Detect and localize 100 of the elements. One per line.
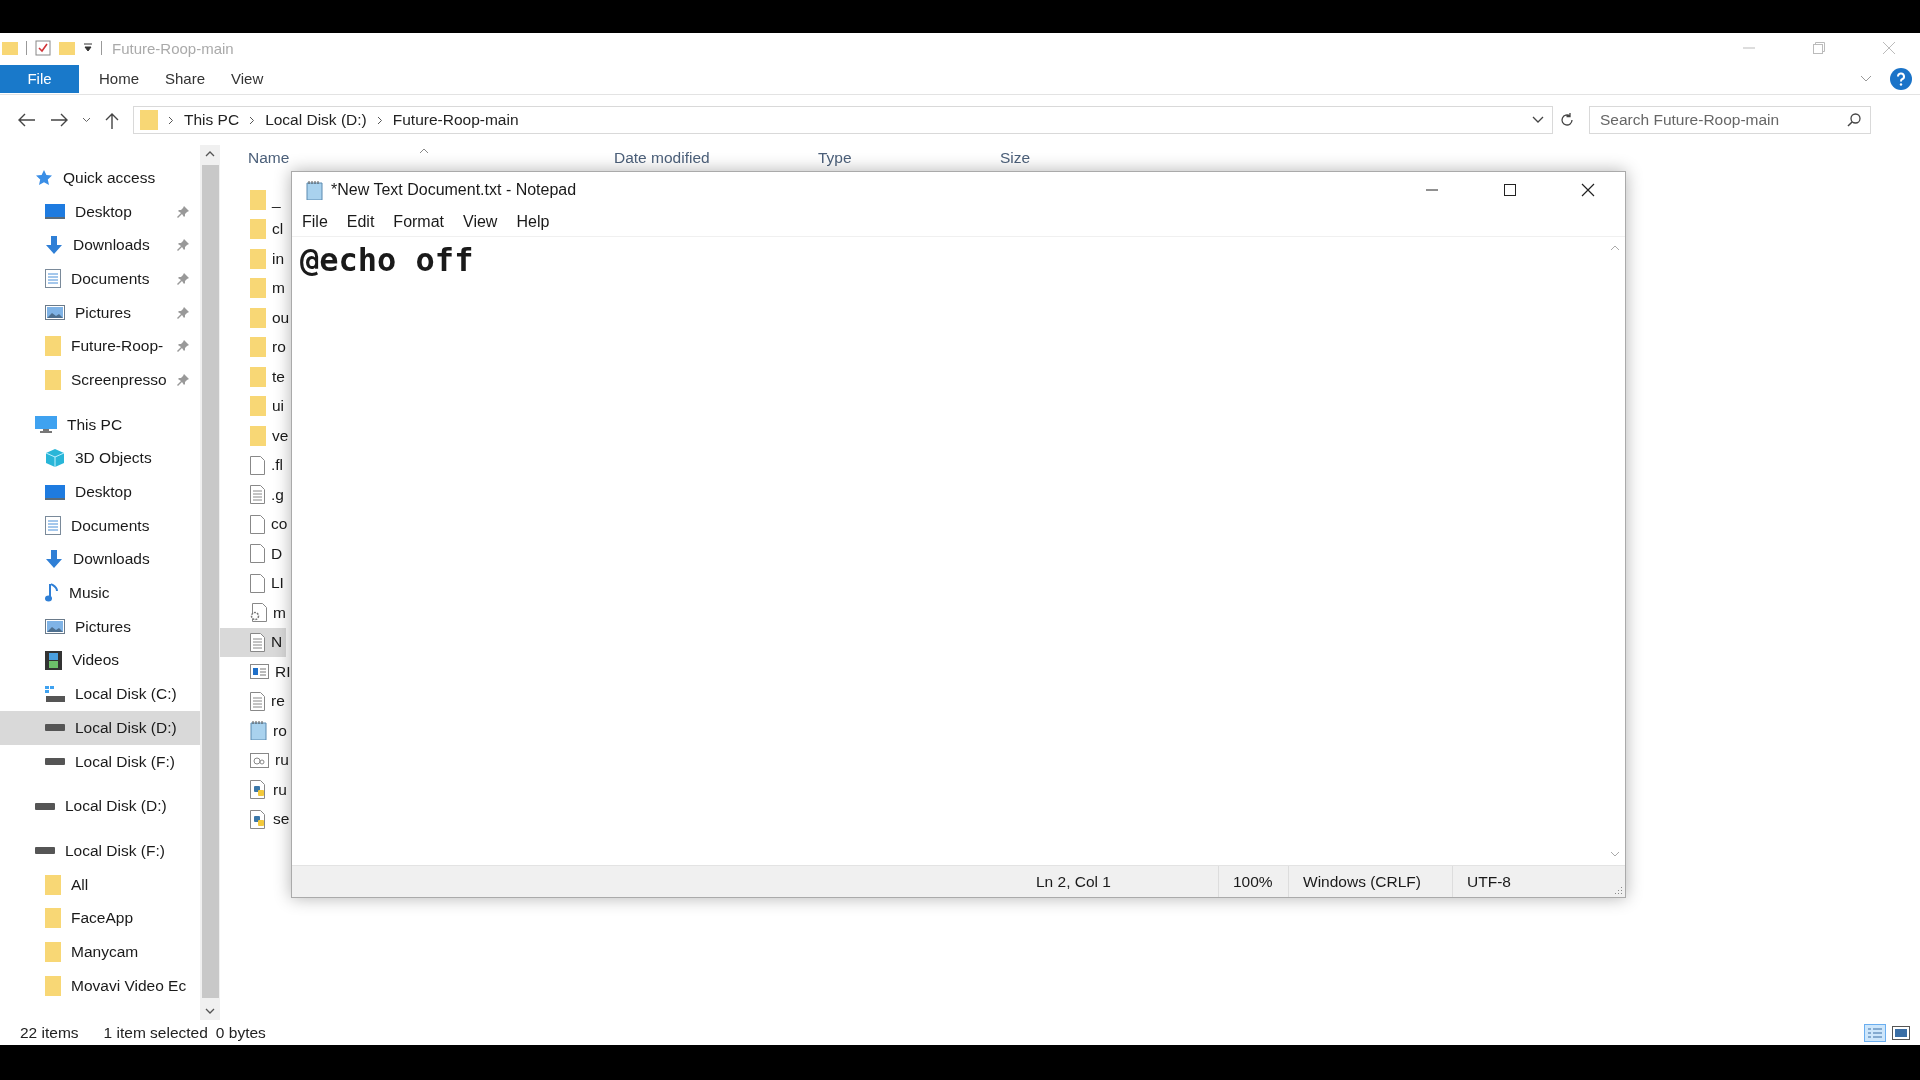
list-row[interactable]: ro <box>220 716 291 746</box>
restore-icon[interactable] <box>1812 41 1826 55</box>
list-row[interactable]: .fl <box>220 450 288 480</box>
sidebar-item[interactable]: Desktop <box>0 475 200 509</box>
sidebar-item[interactable]: This PC <box>0 407 200 442</box>
column-header[interactable]: Date modified <box>614 149 710 167</box>
text-area[interactable]: @echo off <box>292 237 1605 865</box>
notepad-window[interactable]: *New Text Document.txt - Notepad File Edit Format View Help @echo off Ln 2, Col 1 100% Windows (CRLF) UTF-8 <box>291 171 1626 898</box>
large-icons-view-icon[interactable] <box>1892 1025 1910 1040</box>
sidebar-item[interactable]: Music <box>0 576 200 610</box>
breadcrumb-item[interactable]: Local Disk (D:) <box>265 111 367 129</box>
menu-item[interactable]: Format <box>393 213 445 231</box>
up-arrow-icon[interactable] <box>105 111 119 129</box>
chevron-right-icon[interactable] <box>168 115 174 125</box>
sidebar-item[interactable]: Documents <box>0 262 200 296</box>
list-row[interactable]: te <box>220 362 289 392</box>
menu-item[interactable]: Edit <box>346 213 375 231</box>
details-view-icon[interactable] <box>1864 1023 1886 1042</box>
list-row[interactable]: ui <box>220 391 289 421</box>
list-row[interactable]: ve <box>220 421 293 451</box>
sidebar-item[interactable]: All <box>0 867 200 902</box>
sort-caret-icon[interactable] <box>419 148 429 154</box>
list-row[interactable]: N <box>220 627 287 657</box>
column-header[interactable]: Type <box>818 149 852 167</box>
maximize-icon[interactable] <box>1503 183 1517 197</box>
help-icon[interactable] <box>1890 67 1912 90</box>
sidebar-item[interactable]: 3D Objects <box>0 441 200 476</box>
ribbon-tab[interactable]: Share <box>165 70 206 87</box>
music-note-icon <box>45 583 59 604</box>
dropdown-icon[interactable] <box>83 43 93 53</box>
breadcrumb-item[interactable]: Future-Roop-main <box>392 111 519 129</box>
list-row[interactable]: co <box>220 509 292 539</box>
search-icon[interactable] <box>1847 113 1861 127</box>
refresh-icon[interactable] <box>1559 112 1575 128</box>
cube-icon <box>45 448 65 469</box>
list-row[interactable]: re <box>220 686 289 716</box>
list-row[interactable]: ro <box>220 332 290 362</box>
sidebar-item[interactable]: Videos <box>0 643 200 678</box>
list-row[interactable]: D <box>220 539 287 569</box>
column-header[interactable]: Size <box>1000 149 1031 167</box>
file-name: co <box>271 515 288 534</box>
search-field[interactable]: Search Future-Roop-main <box>1589 106 1871 134</box>
sidebar-item[interactable]: Pictures <box>0 295 200 330</box>
list-row[interactable]: .g <box>220 480 288 510</box>
scrollbar[interactable] <box>200 145 220 1020</box>
list-row[interactable]: ru <box>220 775 291 805</box>
pin-icon[interactable] <box>177 239 189 252</box>
sidebar-item[interactable]: Future-Roop- <box>0 329 200 364</box>
pin-icon[interactable] <box>177 373 189 386</box>
list-row[interactable]: in <box>220 244 289 274</box>
ribbon-tab[interactable]: View <box>231 70 264 87</box>
scroll-up-icon[interactable] <box>205 151 215 157</box>
menu-item[interactable]: File <box>302 213 328 231</box>
pin-icon[interactable] <box>177 272 189 285</box>
document-icon <box>45 516 61 536</box>
sidebar-item[interactable]: Pictures <box>0 609 200 644</box>
breadcrumb-item[interactable]: This PC <box>184 111 240 129</box>
sidebar-item[interactable]: Screenpresso <box>0 363 200 397</box>
sidebar-item[interactable]: FaceApp <box>0 901 200 936</box>
sidebar-item[interactable]: Local Disk (F:) <box>0 744 200 779</box>
menu-item[interactable]: View <box>463 213 498 231</box>
back-arrow-icon[interactable] <box>18 113 36 127</box>
sidebar-item[interactable]: Downloads <box>0 542 200 577</box>
pin-icon[interactable] <box>177 205 189 218</box>
list-row[interactable]: LI <box>220 568 288 598</box>
sidebar-item[interactable]: Local Disk (F:) <box>0 834 200 868</box>
sidebar-item[interactable]: Local Disk (C:) <box>0 677 200 711</box>
list-row[interactable]: ru <box>220 745 293 775</box>
column-header[interactable]: Name <box>248 149 290 167</box>
sidebar-item[interactable]: Local Disk (D:) <box>0 789 200 824</box>
list-row[interactable]: m <box>220 273 289 303</box>
scroll-down-icon[interactable] <box>205 1008 215 1014</box>
file-name: RI <box>275 662 291 681</box>
chevron-right-icon[interactable] <box>249 115 256 125</box>
sidebar-item[interactable]: Manycam <box>0 935 200 969</box>
forward-arrow-icon[interactable] <box>50 113 68 127</box>
list-row[interactable]: cl <box>220 214 288 244</box>
pin-icon[interactable] <box>177 340 189 353</box>
close-icon[interactable] <box>1581 183 1595 197</box>
chevron-right-icon[interactable] <box>376 115 383 125</box>
list-row[interactable]: se <box>220 804 294 834</box>
sidebar-item[interactable]: Desktop <box>0 194 200 229</box>
chevron-down-icon[interactable] <box>1532 116 1544 124</box>
properties-icon[interactable] <box>35 40 51 56</box>
sidebar-item[interactable]: Downloads <box>0 228 200 263</box>
gear-file-icon <box>250 603 267 623</box>
ribbon-tab[interactable]: Home <box>99 70 139 87</box>
sidebar-item[interactable]: Documents <box>0 508 200 543</box>
menu-item[interactable]: Help <box>516 213 550 231</box>
list-row[interactable]: _ <box>220 185 285 215</box>
chevron-down-icon[interactable] <box>82 117 91 123</box>
sidebar-item[interactable]: Local Disk (D:) <box>0 711 200 745</box>
list-row[interactable]: m <box>220 598 290 628</box>
list-row[interactable]: ou <box>220 303 294 333</box>
pin-icon[interactable] <box>177 306 189 319</box>
address-bar[interactable]: This PC Local Disk (D:) Future-Roop-main <box>133 106 1553 134</box>
resize-grip-icon[interactable] <box>1613 885 1623 895</box>
sidebar-item[interactable]: Quick access <box>0 161 200 195</box>
sidebar-item[interactable]: Movavi Video Ec <box>0 968 200 1003</box>
file-tab[interactable]: File <box>0 64 79 93</box>
